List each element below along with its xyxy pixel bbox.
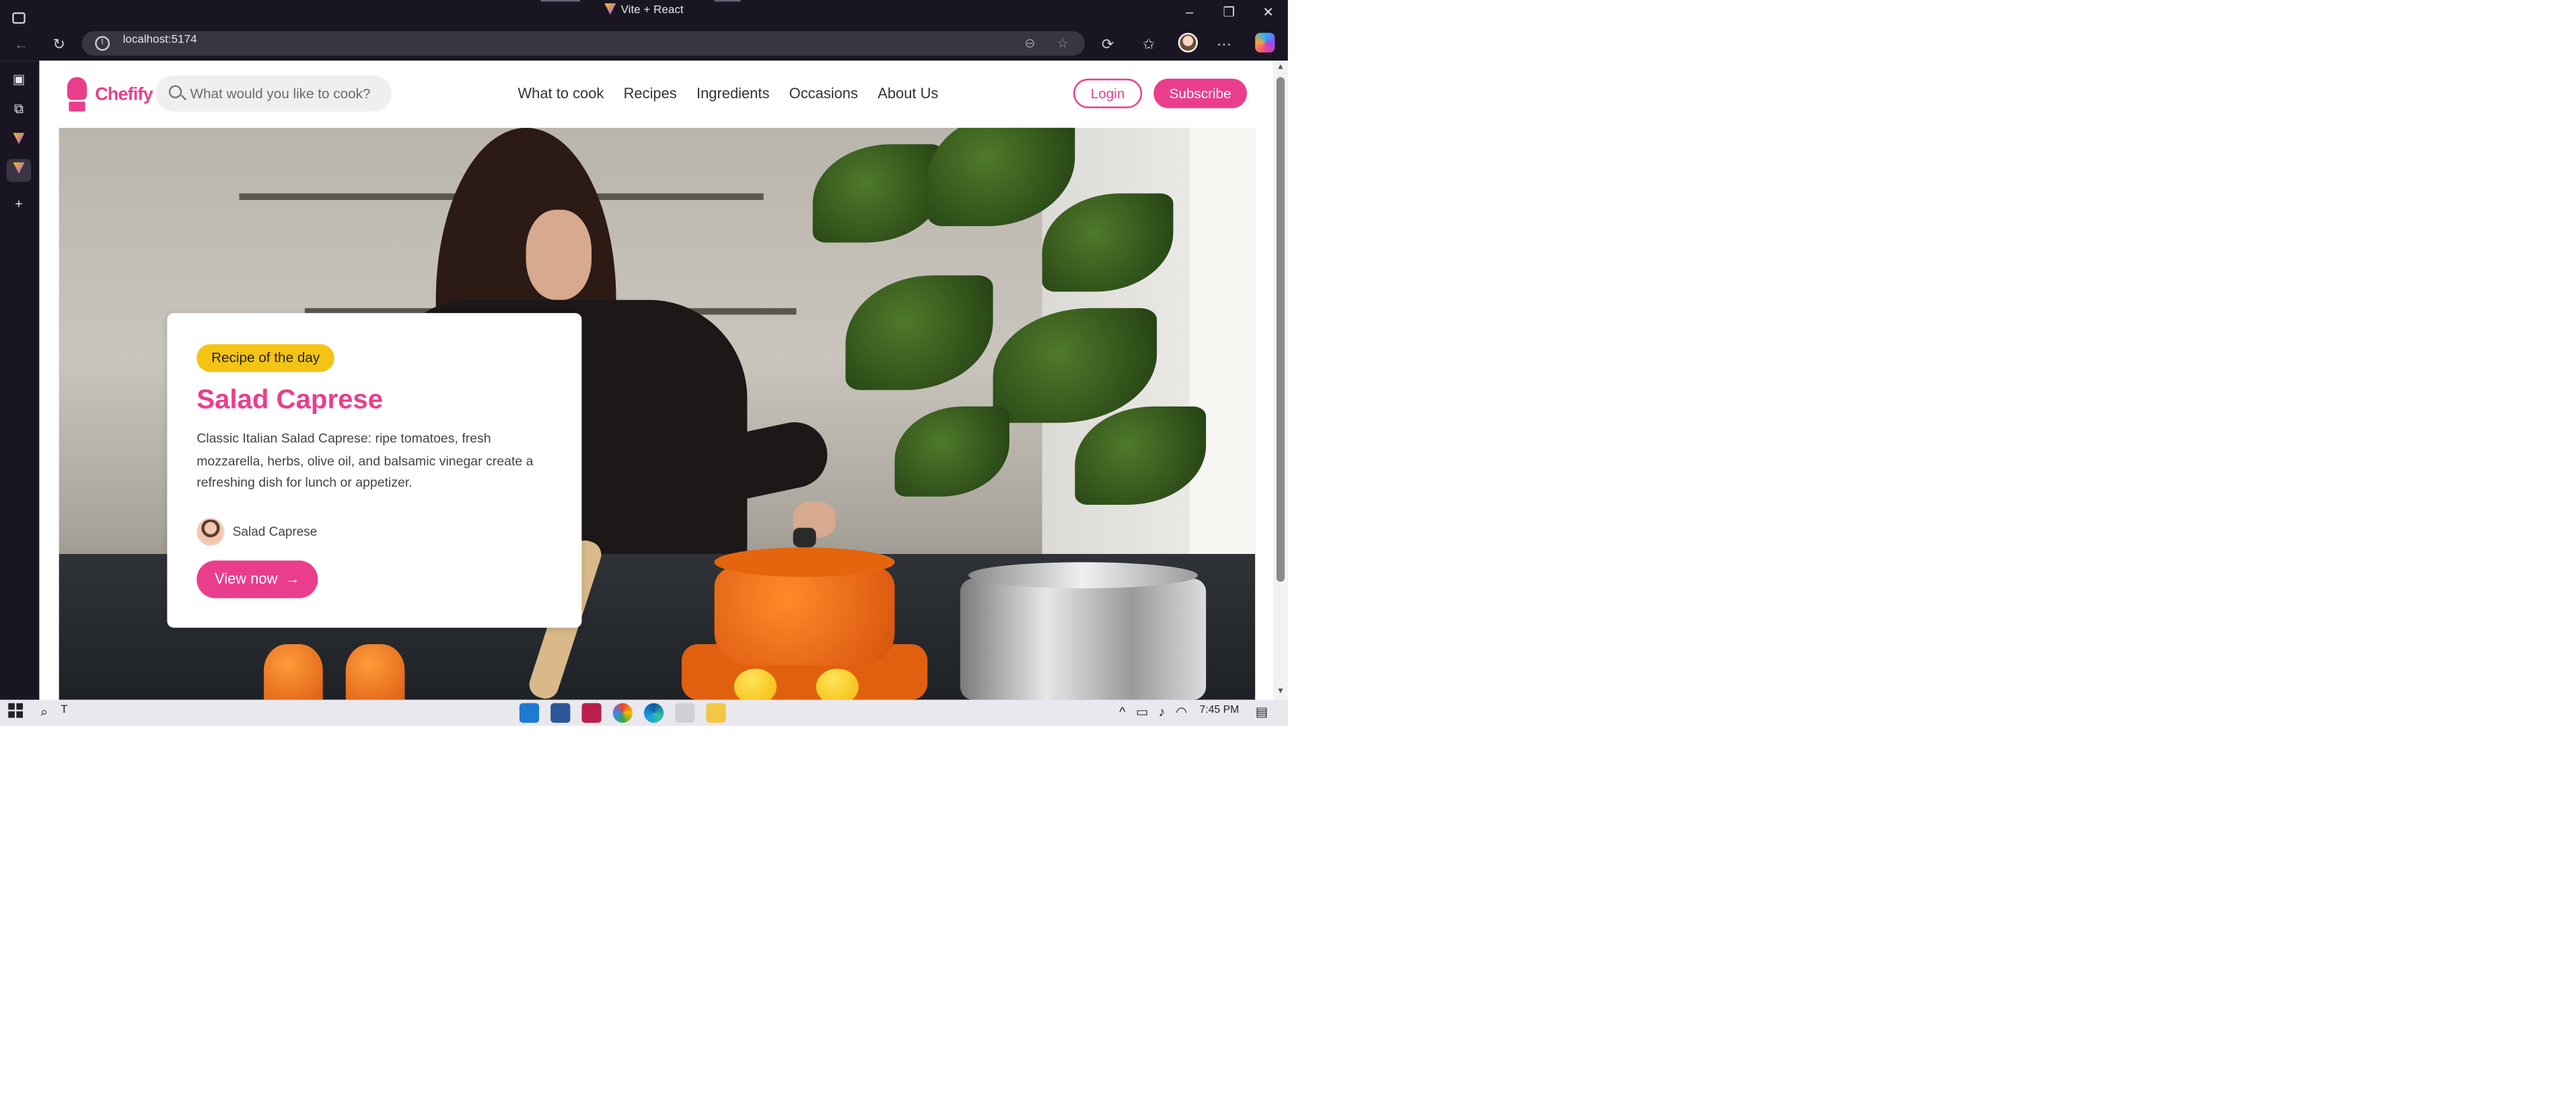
recipe-author: Salad Caprese bbox=[196, 516, 317, 546]
tab-vite-icon[interactable] bbox=[10, 131, 28, 149]
scroll-down-icon[interactable]: ▼ bbox=[1275, 687, 1286, 698]
brand-name: Chefify bbox=[95, 85, 153, 105]
notifications-icon[interactable]: ▤ bbox=[1252, 703, 1271, 723]
clock[interactable]: 7:45 PM bbox=[1199, 705, 1239, 716]
zoom-icon[interactable]: ⊖ bbox=[1021, 34, 1039, 53]
battery-icon[interactable]: ▭ bbox=[1133, 703, 1152, 723]
browser-toolbar: ← ↻ i localhost:5174 ⊖ ☆ ⟳ ✩ ⋯ bbox=[0, 26, 1288, 61]
nav-about-us[interactable]: About Us bbox=[878, 85, 938, 102]
app-icon[interactable] bbox=[550, 703, 571, 723]
view-now-label: View now bbox=[214, 570, 278, 587]
page-scrollbar[interactable]: ▲ ▼ bbox=[1273, 61, 1288, 700]
author-name: Salad Caprese bbox=[232, 523, 318, 538]
app-icon[interactable] bbox=[581, 703, 602, 723]
minimize-icon[interactable]: – bbox=[1180, 3, 1199, 23]
vite-favicon-icon bbox=[604, 3, 616, 15]
recipe-badge: Recipe of the day bbox=[196, 344, 335, 372]
arrow-right-icon: → bbox=[285, 570, 300, 587]
page-viewport: Chefify What to cook Recipes Ingredients… bbox=[39, 61, 1273, 700]
search-box[interactable] bbox=[155, 75, 392, 112]
brand-logo[interactable]: Chefify bbox=[65, 75, 153, 114]
chef-hat-icon bbox=[65, 77, 88, 113]
profile-avatar[interactable] bbox=[1178, 32, 1198, 53]
favorites-icon[interactable]: ✩ bbox=[1137, 33, 1160, 56]
tray-chevron-icon[interactable]: ^ bbox=[1112, 703, 1132, 723]
back-icon[interactable]: ← bbox=[10, 33, 33, 56]
more-menu-icon[interactable]: ⋯ bbox=[1213, 33, 1236, 56]
view-now-button[interactable]: View now → bbox=[196, 560, 318, 598]
tab-indicator bbox=[540, 0, 580, 2]
edge-icon[interactable] bbox=[643, 703, 664, 723]
taskbar-search-text[interactable]: T bbox=[61, 705, 67, 716]
network-icon[interactable]: ◠ bbox=[1172, 703, 1191, 723]
restore-icon[interactable]: ❐ bbox=[1219, 3, 1239, 23]
scroll-up-icon[interactable]: ▲ bbox=[1275, 63, 1286, 74]
search-icon bbox=[168, 85, 182, 99]
copilot-icon[interactable] bbox=[1255, 32, 1275, 53]
vscode-icon[interactable] bbox=[519, 703, 540, 723]
nav-what-to-cook[interactable]: What to cook bbox=[517, 85, 604, 102]
close-icon[interactable]: ✕ bbox=[1258, 3, 1278, 23]
subscribe-button[interactable]: Subscribe bbox=[1153, 78, 1248, 108]
browser-sidebar: ▣ ⧉ + bbox=[0, 61, 40, 700]
windows-start-icon[interactable] bbox=[5, 703, 24, 723]
extensions-icon[interactable]: ⟳ bbox=[1096, 33, 1119, 56]
nav-ingredients[interactable]: Ingredients bbox=[696, 85, 769, 102]
window-title-text: Vite + React bbox=[620, 5, 684, 17]
favorite-star-icon[interactable]: ☆ bbox=[1054, 34, 1072, 53]
main-nav: What to cook Recipes Ingredients Occasio… bbox=[517, 85, 958, 102]
refresh-icon[interactable]: ↻ bbox=[48, 33, 71, 56]
recipe-title[interactable]: Salad Caprese bbox=[196, 385, 383, 416]
chrome-icon[interactable] bbox=[612, 703, 633, 723]
author-avatar bbox=[196, 517, 225, 545]
volume-icon[interactable]: ♪ bbox=[1152, 703, 1172, 723]
taskbar-search-icon[interactable]: ⌕ bbox=[34, 703, 54, 723]
search-input[interactable] bbox=[190, 81, 384, 105]
tab-indicator bbox=[714, 0, 741, 2]
file-explorer-icon[interactable] bbox=[706, 703, 726, 723]
recipe-description: Classic Italian Salad Caprese: ripe toma… bbox=[196, 431, 534, 491]
new-tab-icon[interactable]: + bbox=[10, 195, 28, 213]
os-taskbar: ⌕ T ^ ▭ ♪ ◠ 7:45 PM ▤ bbox=[0, 699, 1288, 726]
browser-title-bar: Vite + React – ❐ ✕ bbox=[0, 0, 1288, 26]
site-info-icon[interactable]: i bbox=[95, 36, 110, 51]
scrollbar-thumb[interactable] bbox=[1276, 77, 1285, 582]
nav-recipes[interactable]: Recipes bbox=[624, 85, 677, 102]
nav-occasions[interactable]: Occasions bbox=[789, 85, 858, 102]
app-icon[interactable] bbox=[675, 703, 695, 723]
tab-page-icon[interactable]: ⧉ bbox=[10, 100, 28, 118]
address-bar[interactable]: i localhost:5174 ⊖ ☆ bbox=[81, 31, 1085, 56]
recipe-of-the-day-card: Recipe of the day Salad Caprese Classic … bbox=[167, 313, 582, 628]
tab-actions-icon[interactable]: ▣ bbox=[10, 71, 28, 89]
tab-vite-active-icon[interactable] bbox=[6, 159, 32, 182]
hero-image: Recipe of the day Salad Caprese Classic … bbox=[59, 127, 1256, 700]
site-header: Chefify What to cook Recipes Ingredients… bbox=[39, 61, 1273, 128]
window-title: Vite + React bbox=[0, 3, 1288, 16]
url-text[interactable]: localhost:5174 bbox=[123, 34, 197, 46]
login-button[interactable]: Login bbox=[1073, 78, 1143, 108]
